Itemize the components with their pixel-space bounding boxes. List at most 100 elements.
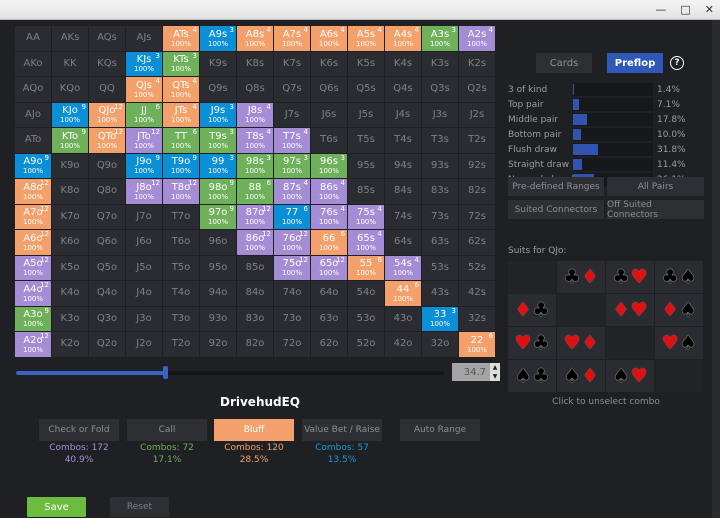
hand-cell[interactable]: K7o [52, 204, 88, 229]
hand-cell[interactable]: K4s [385, 51, 421, 76]
hand-cell[interactable]: K9s [200, 51, 236, 76]
hand-cell[interactable]: AQo [15, 77, 51, 102]
hand-cell[interactable]: A5o 100% 12 [15, 255, 51, 280]
hand-cell[interactable]: JJ 100% 6 [126, 102, 162, 127]
hand-cell[interactable]: 73o [274, 306, 310, 331]
suit-combo-cell[interactable]: ♥ ♠ [655, 327, 703, 359]
tab-cards[interactable]: Cards [536, 53, 592, 73]
hand-cell[interactable]: 65o 100% 12 [311, 255, 347, 280]
close-icon[interactable]: ✕ [705, 3, 714, 16]
hand-cell[interactable]: KQs [89, 51, 125, 76]
maximize-icon[interactable]: □ [680, 3, 690, 16]
offsuit-connectors-button[interactable]: Off Suited Connectors [607, 200, 704, 220]
suit-combo-cell[interactable]: ♦ ♥ [606, 294, 654, 326]
suit-combo-cell[interactable]: ♣ ♠ [655, 261, 703, 293]
hand-cell[interactable]: K9o [52, 153, 88, 178]
hand-cell[interactable]: 86o 100% 12 [237, 230, 273, 255]
suited-connectors-button[interactable]: Suited Connectors [508, 200, 604, 219]
hand-cell[interactable]: TT 100% 6 [163, 128, 199, 153]
check-action-button[interactable]: Check or Fold [39, 419, 119, 441]
reset-button[interactable]: Reset [110, 497, 169, 517]
hand-cell[interactable]: A3s 100% 3 [422, 26, 458, 51]
hand-cell[interactable]: A9s 100% 3 [200, 26, 236, 51]
hand-cell[interactable]: A7o 100% 12 [15, 204, 51, 229]
hand-cell[interactable]: AKo [15, 51, 51, 76]
hand-cell[interactable]: T3s [422, 128, 458, 153]
hand-cell[interactable]: 54s 100% 4 [385, 255, 421, 280]
hand-cell[interactable]: Q7o [89, 204, 125, 229]
all-pairs-button[interactable]: All Pairs [607, 177, 704, 196]
range-slider[interactable] [16, 366, 444, 379]
hand-cell[interactable]: J9s 100% 3 [200, 102, 236, 127]
suit-combo-cell[interactable]: ♦ ♣ [508, 294, 556, 326]
hand-cell[interactable]: 64s [385, 230, 421, 255]
hand-cell[interactable]: JTo 100% 12 [126, 128, 162, 153]
hand-cell[interactable]: 97s 100% 3 [274, 153, 310, 178]
hand-cell[interactable]: 65s 100% 4 [348, 230, 384, 255]
hand-cell[interactable]: T5s [348, 128, 384, 153]
hand-cell[interactable]: 62s [459, 230, 495, 255]
hand-cell[interactable]: Q4o [89, 281, 125, 306]
hand-cell[interactable]: Q5o [89, 255, 125, 280]
suit-combo-cell[interactable]: ♥ ♦ [557, 327, 605, 359]
hand-cell[interactable]: 94s [385, 153, 421, 178]
hand-cell[interactable]: 33 100% 3 [422, 306, 458, 331]
hand-cell[interactable]: A9o 100% 9 [15, 153, 51, 178]
hand-cell[interactable]: J6s [311, 102, 347, 127]
hand-cell[interactable]: QTo 100% 12 [89, 128, 125, 153]
hand-cell[interactable]: 75o 100% 12 [274, 255, 310, 280]
hand-cell[interactable]: T7o [163, 204, 199, 229]
hand-cell[interactable]: A2s 100% 4 [459, 26, 495, 51]
hand-cell[interactable]: T3o [163, 306, 199, 331]
hand-cell[interactable]: A7s 100% 4 [274, 26, 310, 51]
hand-cell[interactable]: ATo [15, 128, 51, 153]
hand-cell[interactable]: Q2s [459, 77, 495, 102]
hand-cell[interactable]: K2o [52, 332, 88, 357]
hand-cell[interactable]: 52o [348, 332, 384, 357]
hand-cell[interactable]: KJs 100% 3 [126, 51, 162, 76]
hand-cell[interactable]: J8o 100% 12 [126, 179, 162, 204]
hand-cell[interactable]: J5o [126, 255, 162, 280]
hand-cell[interactable]: J2s [459, 102, 495, 127]
hand-cell[interactable]: AJo [15, 102, 51, 127]
hand-cell[interactable]: K3o [52, 306, 88, 331]
hand-cell[interactable]: 42o [385, 332, 421, 357]
hand-cell[interactable]: QTs 100% 4 [163, 77, 199, 102]
hand-cell[interactable]: 44 100% 6 [385, 281, 421, 306]
hand-cell[interactable]: 73s [422, 204, 458, 229]
hand-cell[interactable]: 97o 100% 9 [200, 204, 236, 229]
hand-cell[interactable]: ATs 100% 4 [163, 26, 199, 51]
spin-down-icon[interactable]: ▼ [493, 373, 498, 380]
hand-cell[interactable]: T5o [163, 255, 199, 280]
hand-cell[interactable]: 74s [385, 204, 421, 229]
hand-cell[interactable]: K8s [237, 51, 273, 76]
hand-cell[interactable]: 98o 100% 9 [200, 179, 236, 204]
hand-cell[interactable]: 95o [200, 255, 236, 280]
hand-cell[interactable]: 84o [237, 281, 273, 306]
minimize-icon[interactable]: — [655, 3, 666, 16]
hand-cell[interactable]: A5s 100% 4 [348, 26, 384, 51]
hand-cell[interactable]: 74o [274, 281, 310, 306]
hand-cell[interactable]: 87s 100% 4 [274, 179, 310, 204]
call-action-button[interactable]: Call [127, 419, 207, 441]
hand-cell[interactable]: K4o [52, 281, 88, 306]
range-percent-value[interactable]: 34.7 [452, 367, 490, 378]
slider-thumb[interactable] [163, 366, 168, 379]
hand-cell[interactable]: K7s [274, 51, 310, 76]
hand-cell[interactable]: A4o 100% 12 [15, 281, 51, 306]
hand-cell[interactable]: 53s [422, 255, 458, 280]
hand-cell[interactable]: 52s [459, 255, 495, 280]
hand-cell[interactable]: 95s [348, 153, 384, 178]
hand-cell[interactable]: 76s 100% 4 [311, 204, 347, 229]
hand-cell[interactable]: J3o [126, 306, 162, 331]
hand-cell[interactable]: 94o [200, 281, 236, 306]
hand-cell[interactable]: 85s [348, 179, 384, 204]
predefined-ranges-button[interactable]: Pre-defined Ranges [508, 177, 604, 196]
hand-cell[interactable]: 83o [237, 306, 273, 331]
hand-cell[interactable]: 93s [422, 153, 458, 178]
hand-cell[interactable]: Q3s [422, 77, 458, 102]
hand-cell[interactable]: JTs 100% 4 [163, 102, 199, 127]
hand-cell[interactable]: 92o [200, 332, 236, 357]
hand-cell[interactable]: T9o 100% 9 [163, 153, 199, 178]
hand-cell[interactable]: 82s [459, 179, 495, 204]
